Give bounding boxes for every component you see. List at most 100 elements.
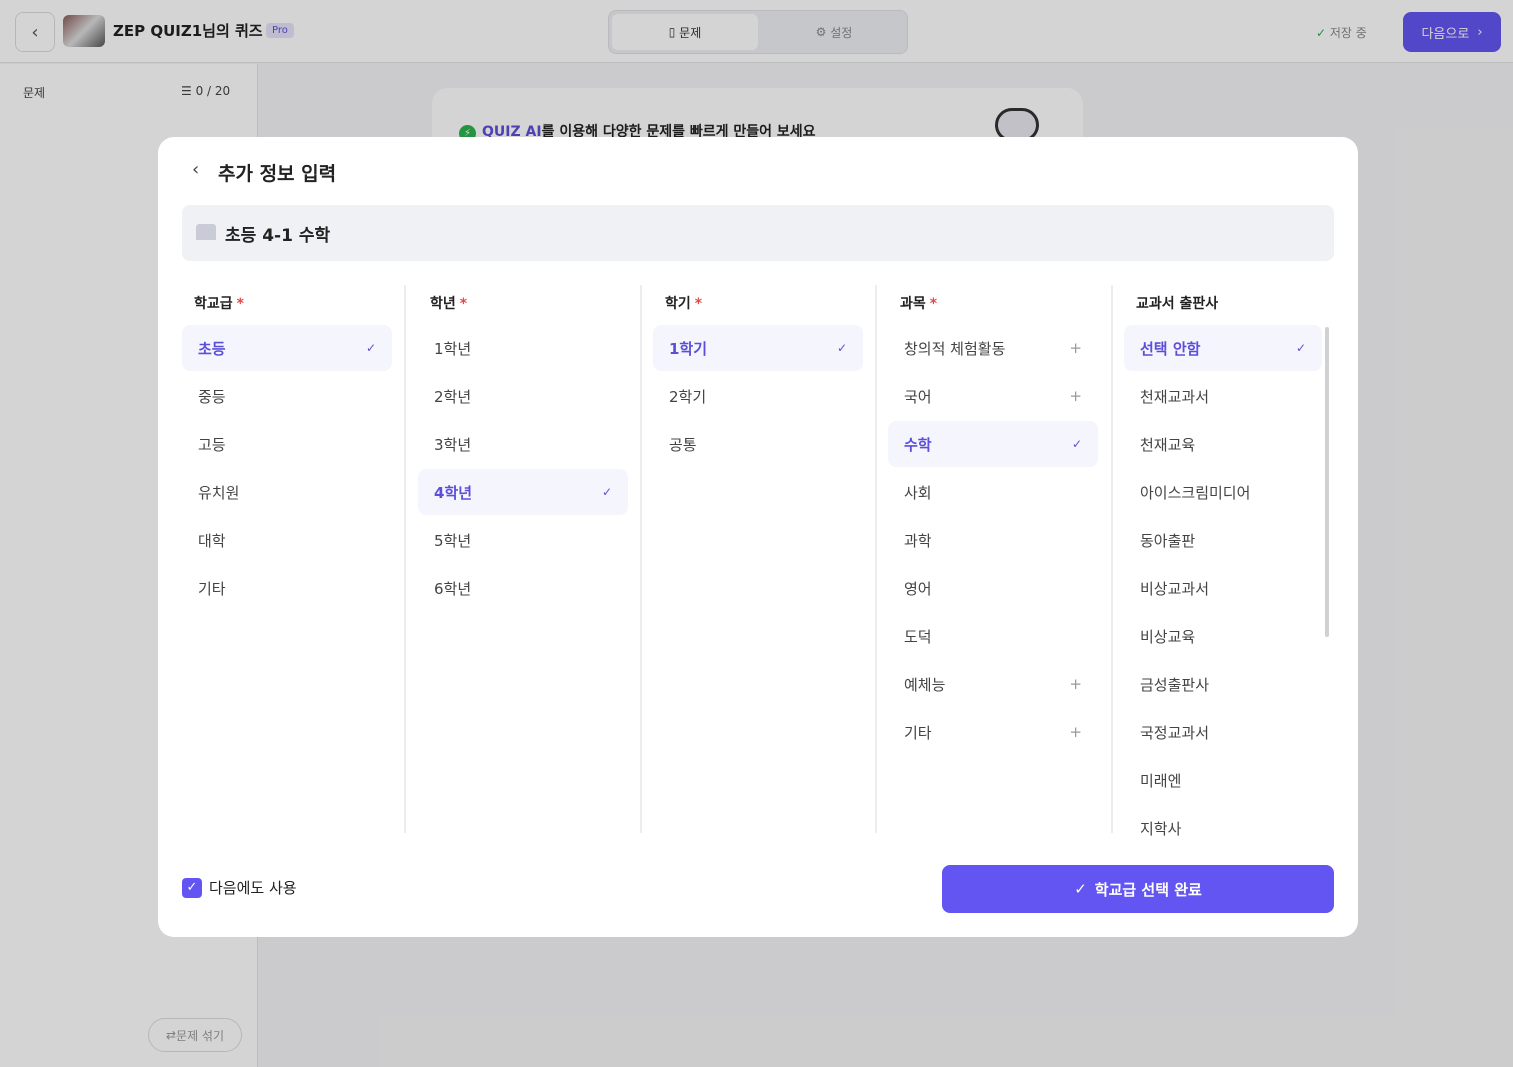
option-item[interactable]: 3학년: [418, 421, 628, 467]
option-label: 천재교과서: [1140, 387, 1210, 406]
column-header-text: 학교급: [194, 296, 233, 312]
option-item[interactable]: 1학기 ✓: [653, 325, 863, 371]
column-header: 교과서 출판사: [1136, 293, 1218, 313]
option-label: 5학년: [434, 531, 472, 550]
column-3: 과목 * 창의적 체험활동 + 국어 + 수학 ✓ 사회과학영어도덕예체능 + 기타 +: [888, 285, 1098, 833]
option-label: 예체능: [904, 675, 946, 694]
option-item[interactable]: 2학기: [653, 373, 863, 419]
option-item[interactable]: 기타: [182, 565, 392, 611]
option-label: 국정교과서: [1140, 723, 1210, 742]
option-label: 비상교과서: [1140, 579, 1210, 598]
plus-icon[interactable]: +: [1069, 387, 1082, 405]
option-item[interactable]: 수학 ✓: [888, 421, 1098, 467]
option-label: 4학년: [434, 483, 473, 502]
column-header: 학기 *: [665, 293, 702, 313]
option-item[interactable]: 5학년: [418, 517, 628, 563]
option-item[interactable]: 도덕: [888, 613, 1098, 659]
option-item[interactable]: 대학: [182, 517, 392, 563]
option-item[interactable]: 지학사: [1124, 805, 1322, 851]
option-label: 사회: [904, 483, 932, 502]
option-item[interactable]: 미래엔: [1124, 757, 1322, 803]
plus-icon[interactable]: +: [1069, 723, 1082, 741]
option-item[interactable]: 선택 안함 ✓: [1124, 325, 1322, 371]
option-label: 기타: [198, 579, 226, 598]
option-label: 6학년: [434, 579, 472, 598]
option-label: 기타: [904, 723, 932, 742]
option-item[interactable]: 6학년: [418, 565, 628, 611]
check-icon: ✓: [1074, 880, 1087, 898]
option-item[interactable]: 2학년: [418, 373, 628, 419]
column-header: 학교급 *: [194, 293, 244, 313]
required-mark: *: [694, 296, 703, 312]
confirm-label: 학교급 선택 완료: [1094, 880, 1202, 899]
option-item[interactable]: 국정교과서: [1124, 709, 1322, 755]
remember-label: 다음에도 사용: [209, 879, 297, 897]
required-mark: *: [236, 296, 244, 312]
option-label: 공통: [669, 435, 697, 454]
option-item[interactable]: 아이스크림미디어: [1124, 469, 1322, 515]
plus-icon[interactable]: +: [1069, 339, 1082, 357]
option-item[interactable]: 기타 +: [888, 709, 1098, 755]
option-label: 3학년: [434, 435, 472, 454]
option-item[interactable]: 중등: [182, 373, 392, 419]
option-item[interactable]: 고등: [182, 421, 392, 467]
option-label: 영어: [904, 579, 932, 598]
option-item[interactable]: 공통: [653, 421, 863, 467]
additional-info-modal: ‹ 추가 정보 입력 초등 4-1 수학 학교급 * 초등 ✓ 중등 고등 유치원 대학 기타 학…: [158, 137, 1358, 937]
option-item[interactable]: 영어: [888, 565, 1098, 611]
option-item[interactable]: 창의적 체험활동 +: [888, 325, 1098, 371]
option-item[interactable]: 천재교과서: [1124, 373, 1322, 419]
option-item[interactable]: 국어 +: [888, 373, 1098, 419]
column-header-text: 학년: [430, 296, 456, 312]
option-label: 초등: [198, 339, 226, 358]
option-label: 2학년: [434, 387, 472, 406]
option-item[interactable]: 천재교육: [1124, 421, 1322, 467]
option-label: 중등: [198, 387, 226, 406]
option-item[interactable]: 동아출판: [1124, 517, 1322, 563]
required-mark: *: [459, 296, 468, 312]
option-label: 국어: [904, 387, 932, 406]
modal-title: 추가 정보 입력: [218, 163, 337, 185]
modal-back-icon[interactable]: ‹: [192, 159, 199, 180]
column-divider: [640, 285, 642, 833]
column-header-text: 교과서 출판사: [1136, 296, 1219, 312]
option-item[interactable]: 예체능 +: [888, 661, 1098, 707]
remember-checkbox[interactable]: ✓: [182, 878, 202, 898]
check-icon: ✓: [836, 341, 847, 355]
option-item[interactable]: 4학년 ✓: [418, 469, 628, 515]
option-label: 1학기: [669, 339, 708, 358]
option-item[interactable]: 과학: [888, 517, 1098, 563]
selection-summary: 초등 4-1 수학: [182, 205, 1334, 261]
option-label: 대학: [198, 531, 226, 550]
option-label: 고등: [198, 435, 226, 454]
column-header-text: 과목: [900, 296, 926, 312]
check-icon: ✓: [365, 341, 376, 355]
column-1: 학년 * 1학년 2학년 3학년 4학년 ✓ 5학년 6학년: [418, 285, 628, 833]
option-item[interactable]: 비상교육: [1124, 613, 1322, 659]
column-4: 교과서 출판사선택 안함 ✓ 천재교과서천재교육아이스크림미디어 동아출판비상교과서비…: [1124, 285, 1322, 838]
option-label: 1학년: [434, 339, 472, 358]
option-item[interactable]: 사회: [888, 469, 1098, 515]
plus-icon[interactable]: +: [1069, 675, 1082, 693]
option-item[interactable]: 금성출판사: [1124, 661, 1322, 707]
column-divider: [404, 285, 406, 833]
publisher-scrollbar[interactable]: [1325, 327, 1329, 637]
option-label: 선택 안함: [1140, 339, 1201, 358]
option-item[interactable]: 유치원: [182, 469, 392, 515]
column-header-text: 학기: [665, 296, 691, 312]
check-icon: ✓: [601, 485, 612, 499]
option-item[interactable]: 1학년: [418, 325, 628, 371]
check-icon: ✓: [1071, 437, 1082, 451]
option-label: 수학: [904, 435, 932, 454]
confirm-button[interactable]: ✓ 학교급 선택 완료: [942, 865, 1334, 913]
option-label: 금성출판사: [1140, 675, 1210, 694]
option-label: 천재교육: [1140, 435, 1196, 454]
option-label: 비상교육: [1140, 627, 1196, 646]
school-icon: [196, 224, 216, 240]
option-label: 2학기: [669, 387, 707, 406]
option-item[interactable]: 비상교과서: [1124, 565, 1322, 611]
column-header: 과목 *: [900, 293, 937, 313]
option-item[interactable]: 초등 ✓: [182, 325, 392, 371]
column-2: 학기 * 1학기 ✓ 2학기공통: [653, 285, 863, 833]
column-divider: [1111, 285, 1113, 833]
